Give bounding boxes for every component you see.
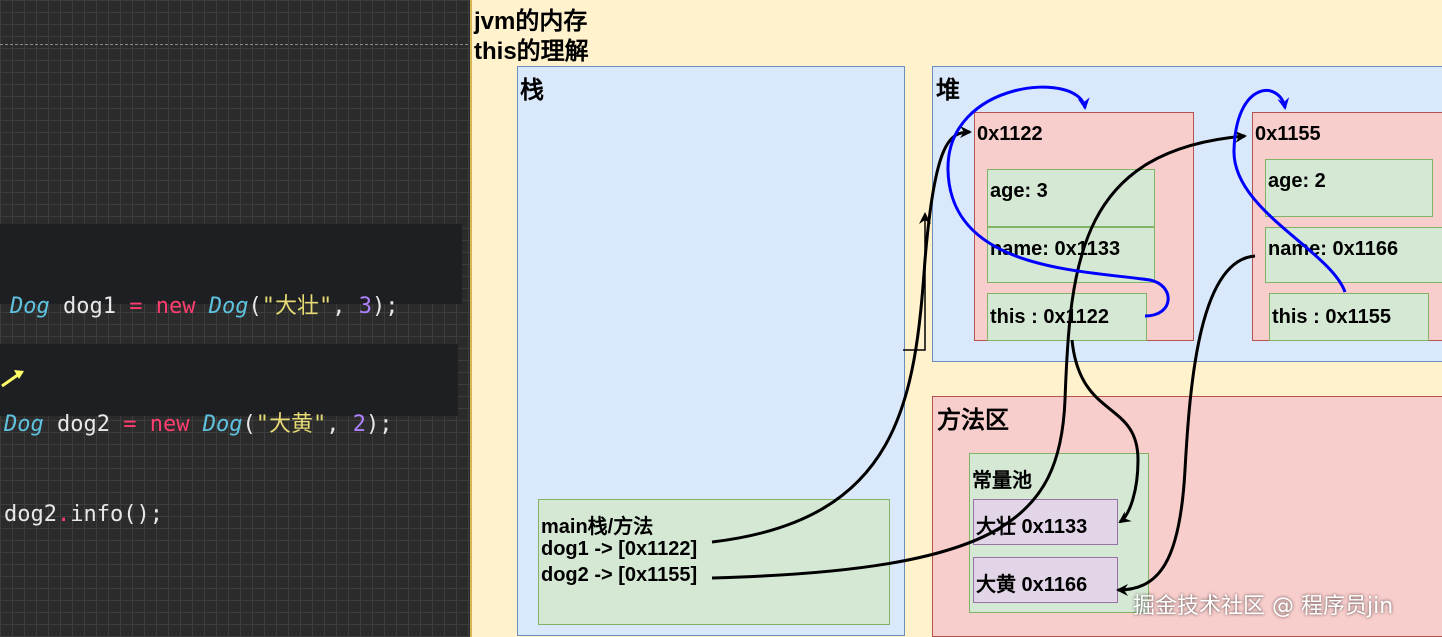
code-token: , [326,412,353,437]
field-age-text: age: 2 [1268,170,1326,192]
field-age: age: 3 [987,169,1155,227]
object-address: 0x1122 [977,123,1043,145]
heap-label: 堆 [936,77,960,104]
code-token: info(); [70,502,163,527]
string-constant-dahuang: 大黄 0x1166 [973,557,1118,603]
main-stack-frame: main栈/方法 dog1 -> [0x1122] dog2 -> [0x115… [538,499,890,625]
constant-pool-label: 常量池 [972,470,1032,492]
code-token: dog2 [4,502,57,527]
code-token: 3 [358,294,372,319]
code-token: = [129,294,143,319]
field-name-text: name: 0x1133 [990,238,1121,260]
field-name: name: 0x1133 [987,227,1155,283]
constant-pool: 常量池 大壮 0x1133 大黄 0x1166 [969,453,1149,613]
code-token: dog1 [49,294,130,319]
code-token: Dog [10,294,50,319]
dashed-guide-line [0,44,468,45]
code-token: , [332,294,359,319]
stack-label: 栈 [520,77,544,104]
field-this: this : 0x1155 [1269,293,1429,341]
code-editor-panel: Dog dog1 = new Dog("大壮", 3); dog1.info()… [0,0,470,637]
code-token: ); [371,294,399,319]
cursor-arrow-icon [1,370,24,388]
stack-region: 栈 main栈/方法 dog1 -> [0x1122] dog2 -> [0x1… [517,66,905,636]
field-name-text: name: 0x1166 [1268,238,1399,260]
code-line: Dog dog2 = new Dog("大黄", 2); [4,410,458,440]
code-block-dog2[interactable]: Dog dog2 = new Dog("大黄", 2); dog2.info()… [0,344,458,527]
heap-object-dog1: 0x1122 age: 3 name: 0x1133 this : 0x1122 [974,112,1194,341]
field-name: name: 0x1166 [1265,227,1442,283]
string-constant-text: 大黄 0x1166 [976,574,1088,596]
string-constant-text: 大壮 0x1133 [976,516,1088,538]
code-token: ( [242,412,256,437]
code-token: 2 [352,412,366,437]
string-constant-dazhuang: 大壮 0x1133 [973,499,1118,545]
code-token: ); [365,412,393,437]
watermark: 掘金技术社区 @ 程序员jin [1133,594,1394,619]
code-line: dog2.info(); [4,500,458,530]
heap-object-dog2: 0x1155 age: 2 name: 0x1166 this : 0x1155 [1252,112,1442,341]
stack-var-dog1: dog1 -> [0x1122] [541,538,698,560]
code-line: Dog dog1 = new Dog("大壮", 3); [10,292,462,322]
stack-var-dog2: dog2 -> [0x1155] [541,564,698,586]
heap-region: 堆 0x1122 age: 3 name: 0x1133 this : 0x11… [932,66,1442,362]
code-block-dog1[interactable]: Dog dog1 = new Dog("大壮", 3); dog1.info()… [0,224,462,409]
code-token: Dog [208,294,249,319]
code-token: ( [248,294,262,319]
main-frame-label: main栈/方法 [541,516,654,538]
code-token: new [155,294,196,319]
object-address: 0x1155 [1255,123,1321,145]
diagram-subtitle: this的理解 [474,38,589,65]
code-token: new [149,412,190,437]
field-age-text: age: 3 [990,180,1048,202]
diagram-title: jvm的内存 [474,8,588,35]
method-area-label: 方法区 [937,407,1009,434]
code-token: . [56,502,71,527]
code-token: "大黄" [255,412,327,437]
code-token: Dog [202,412,243,437]
field-this: this : 0x1122 [987,293,1147,341]
code-token: = [123,412,137,437]
code-token: dog2 [43,412,124,437]
field-this-text: this : 0x1122 [990,306,1109,328]
code-token: Dog [4,412,44,437]
diagram-canvas: jvm的内存 this的理解 栈 main栈/方法 dog1 -> [0x112… [470,0,1442,637]
code-token: "大壮" [261,294,333,319]
field-this-text: this : 0x1155 [1272,306,1391,328]
field-age: age: 2 [1265,159,1433,217]
